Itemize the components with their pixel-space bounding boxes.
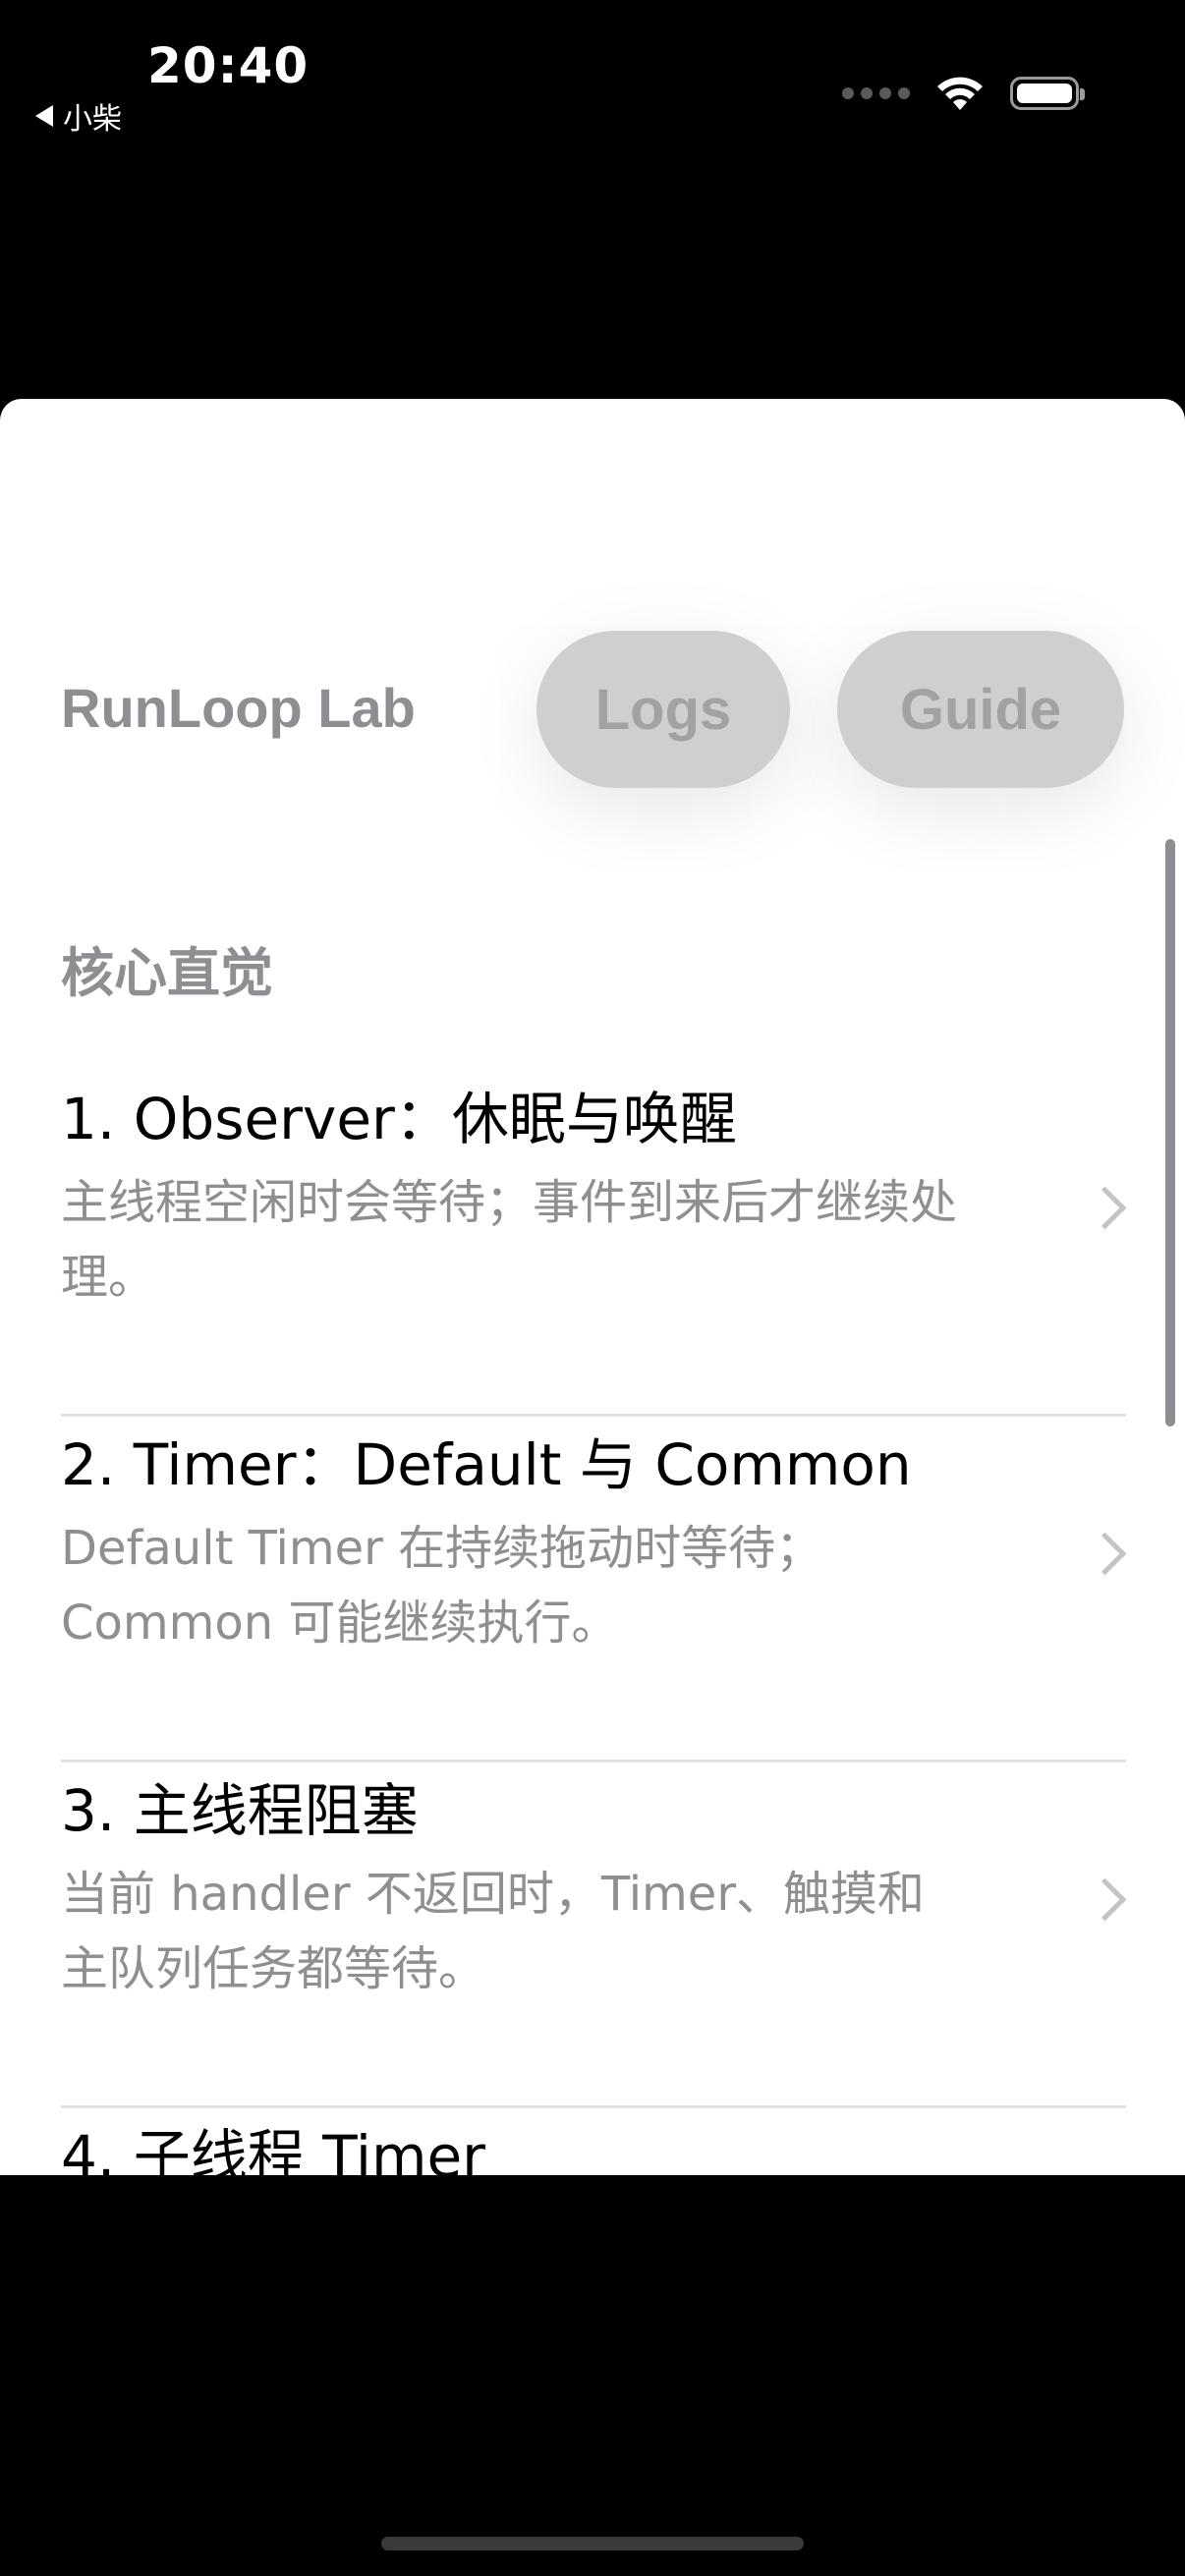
chevron-right-icon (1083, 1532, 1127, 1576)
back-triangle-icon (35, 105, 53, 127)
divider (61, 1414, 1126, 1417)
chevron-right-icon (1083, 1877, 1127, 1922)
section-header: 核心直觉 (61, 942, 273, 1004)
screen: 20:40 小柴 RunLoop Lab Logs Guide 核心直觉 1. … (0, 0, 1185, 2576)
list-item-subtitle: Default Timer 在持续拖动时等待；Common 可能继续执行。 (61, 1521, 823, 1651)
back-app-label: 小柴 (63, 102, 122, 137)
list-item-title: 1. Observer：休眠与唤醒 (61, 1086, 737, 1152)
list-item-title: 3. 主线程阻塞 (61, 1777, 419, 1844)
list-item-background-timer[interactable]: 4. 子线程 Timer (61, 2110, 1126, 2175)
divider (61, 2105, 1126, 2108)
back-to-app-button[interactable]: 小柴 (35, 94, 122, 138)
list-item-title: 2. Timer：Default 与 Common (61, 1431, 912, 1498)
list-item-title: 4. 子线程 Timer (61, 2123, 485, 2175)
battery-icon (1010, 77, 1085, 110)
logs-button[interactable]: Logs (536, 631, 790, 788)
list-item-observer[interactable]: 1. Observer：休眠与唤醒 主线程空闲时会等待；事件到来后才继续处理。 (61, 1073, 1127, 1417)
divider (61, 1760, 1126, 1763)
chevron-right-icon (1083, 1186, 1127, 1230)
sheet: RunLoop Lab Logs Guide 核心直觉 1. Observer：… (0, 399, 1185, 2175)
guide-button[interactable]: Guide (837, 631, 1124, 788)
scroll-indicator[interactable] (1165, 839, 1175, 1427)
cellular-signal-icon (842, 87, 910, 99)
list-item-subtitle: 当前 handler 不返回时，Timer、触摸和主队列任务都等待。 (61, 1867, 926, 1996)
list-item-main-thread-block[interactable]: 3. 主线程阻塞 当前 handler 不返回时，Timer、触摸和主队列任务都… (61, 1764, 1127, 2108)
status-icons (842, 75, 1085, 112)
home-indicator[interactable] (381, 2537, 804, 2550)
list-item-timer[interactable]: 2. Timer：Default 与 Common Default Timer … (61, 1419, 1127, 1763)
status-time: 20:40 (147, 37, 310, 94)
list-item-subtitle: 主线程空闲时会等待；事件到来后才继续处理。 (61, 1175, 958, 1305)
wifi-icon (937, 77, 983, 110)
app-title: RunLoop Lab (61, 677, 416, 739)
